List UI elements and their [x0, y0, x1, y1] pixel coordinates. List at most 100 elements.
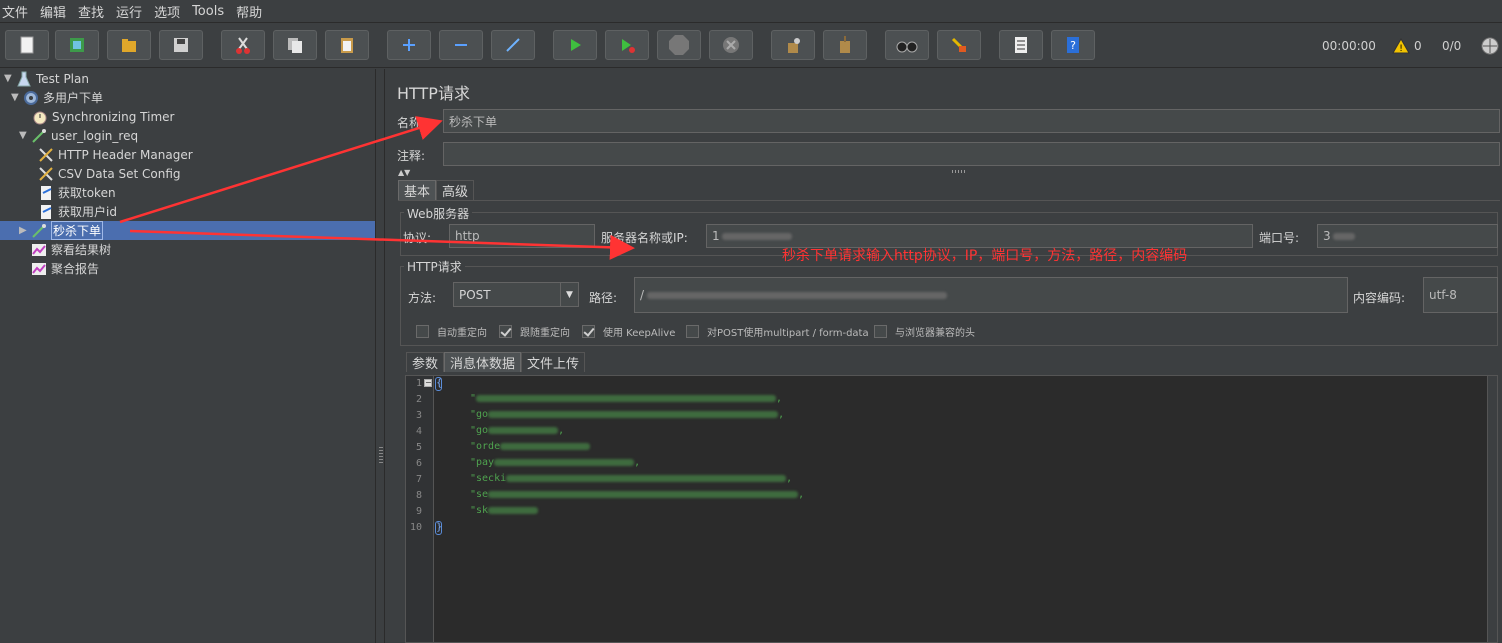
tree-item-sync-timer[interactable]: Synchronizing Timer — [20, 107, 174, 126]
path-field[interactable]: / — [634, 277, 1348, 313]
menu-options[interactable]: 选项 — [154, 2, 180, 21]
remote-indicator[interactable] — [1481, 24, 1499, 68]
keepalive-checkbox[interactable]: 使用 KeepAlive — [582, 324, 675, 339]
open-button[interactable] — [107, 30, 151, 60]
svg-text:?: ? — [1070, 39, 1076, 52]
reset-search-button[interactable] — [937, 30, 981, 60]
templates-button[interactable] — [55, 30, 99, 60]
protocol-label: 协议: — [403, 231, 432, 245]
function-helper-button[interactable] — [999, 30, 1043, 60]
encoding-field[interactable]: utf-8 — [1423, 277, 1498, 313]
paste-button[interactable] — [325, 30, 369, 60]
close-brace: } — [435, 521, 443, 535]
tree-item-label: Test Plan — [36, 71, 89, 86]
tree-item-header-manager[interactable]: HTTP Header Manager — [26, 145, 193, 164]
warning-indicator[interactable]: ! 0 — [1392, 24, 1422, 68]
expanded-arrow-icon[interactable]: ▼ — [19, 130, 31, 141]
editor-scrollbar[interactable] — [1487, 376, 1497, 642]
tree-item-label: 聚合报告 — [51, 262, 100, 276]
name-label: 名称: — [397, 116, 426, 130]
search-button[interactable] — [885, 30, 929, 60]
tree-item-csv-config[interactable]: CSV Data Set Config — [26, 164, 181, 183]
elapsed-time: 00:00:00 — [1322, 39, 1376, 53]
tree-item-get-token[interactable]: 获取token — [26, 183, 116, 202]
clear-button[interactable] — [771, 30, 815, 60]
expanded-arrow-icon[interactable]: ▼ — [11, 92, 23, 103]
resize-grip-icon[interactable] — [952, 170, 966, 173]
chevron-down-icon[interactable]: ▼ — [560, 283, 578, 306]
body-tabs: 参数 消息体数据 文件上传 — [406, 352, 586, 372]
code-line: "go, — [470, 409, 785, 420]
collapse-button[interactable] — [439, 30, 483, 60]
start-button[interactable] — [553, 30, 597, 60]
method-value: POST — [459, 287, 491, 302]
copy-icon — [288, 38, 302, 53]
menu-bar: 文件 编辑 查找 运行 选项 Tools 帮助 — [0, 0, 1502, 23]
sampler-icon — [31, 223, 47, 239]
stop-button[interactable] — [657, 30, 701, 60]
toolbar: ? 00:00:00 ! 0 0/0 — [0, 24, 1502, 68]
config-wrench-icon — [38, 166, 54, 182]
menu-edit[interactable]: 编辑 — [40, 2, 66, 21]
config-tabs: 基本 高级 — [398, 180, 475, 200]
tree-item-thread-group[interactable]: ▼ 多用户下单 — [11, 88, 103, 107]
tree-item-seckill-order[interactable]: ▶ 秒杀下单 — [19, 221, 104, 240]
tree-item-user-login-req[interactable]: ▼ user_login_req — [19, 126, 138, 145]
tab-file-upload[interactable]: 文件上传 — [521, 352, 586, 372]
thread-group-icon — [23, 90, 39, 106]
tree-item-label: 获取用户id — [58, 205, 117, 219]
tree-item-aggregate-report[interactable]: 聚合报告 — [19, 259, 99, 278]
follow-redirect-checkbox[interactable]: 跟随重定向 — [499, 324, 570, 339]
start-no-pause-button[interactable] — [605, 30, 649, 60]
comment-label: 注释: — [397, 149, 426, 163]
menu-file[interactable]: 文件 — [2, 2, 28, 21]
port-field[interactable]: 3 — [1317, 224, 1498, 248]
tab-advanced[interactable]: 高级 — [436, 180, 475, 200]
tab-basic[interactable]: 基本 — [398, 180, 437, 200]
expand-button[interactable] — [387, 30, 431, 60]
active-threads: 0/0 — [1442, 39, 1462, 53]
cut-button[interactable] — [221, 30, 265, 60]
method-select[interactable]: POST ▼ — [453, 282, 579, 307]
code-line: "go, — [470, 425, 565, 436]
protocol-field[interactable]: http — [449, 224, 595, 248]
shutdown-button[interactable] — [709, 30, 753, 60]
drag-grip-icon[interactable] — [379, 447, 383, 463]
path-label: 路径: — [589, 291, 618, 305]
collapse-arrows-icon[interactable]: ▲▼ — [398, 168, 410, 177]
menu-tools[interactable]: Tools — [192, 4, 224, 19]
fold-icon[interactable]: − — [424, 379, 432, 387]
tab-parameters[interactable]: 参数 — [406, 352, 445, 372]
auto-redirect-checkbox[interactable]: 自动重定向 — [416, 324, 487, 339]
open-folder-icon — [122, 39, 136, 52]
expanded-arrow-icon[interactable]: ▼ — [4, 73, 16, 84]
stop-icon — [669, 35, 689, 55]
body-data-editor[interactable]: 1 2 3 4 5 6 7 8 9 10 − { ", "go, "go, "o… — [405, 375, 1498, 643]
menu-search[interactable]: 查找 — [78, 2, 104, 21]
tree-item-test-plan[interactable]: ▼ Test Plan — [4, 69, 89, 88]
menu-run[interactable]: 运行 — [116, 2, 142, 21]
name-field[interactable]: 秒杀下单 — [443, 109, 1500, 133]
split-divider[interactable] — [377, 69, 385, 643]
browser-headers-checkbox[interactable]: 与浏览器兼容的头 — [874, 324, 975, 339]
new-button[interactable] — [5, 30, 49, 60]
tab-body-data[interactable]: 消息体数据 — [444, 352, 522, 372]
http-request-title: HTTP请求 — [404, 258, 465, 275]
save-button[interactable] — [159, 30, 203, 60]
clear-all-button[interactable] — [823, 30, 867, 60]
code-line: "secki, — [470, 473, 793, 484]
help-button[interactable]: ? — [1051, 30, 1095, 60]
shutdown-icon — [723, 37, 739, 53]
warning-count: 0 — [1414, 39, 1422, 53]
multipart-checkbox[interactable]: 对POST使用multipart / form-data — [686, 324, 869, 339]
menu-help[interactable]: 帮助 — [236, 2, 262, 21]
brush-icon — [951, 37, 966, 52]
save-icon — [174, 38, 188, 52]
comment-field[interactable] — [443, 142, 1500, 166]
tree-item-results-tree[interactable]: 察看结果树 — [19, 240, 111, 259]
encoding-label: 内容编码: — [1353, 291, 1406, 305]
tree-item-get-user-id[interactable]: 获取用户id — [26, 202, 117, 221]
toggle-button[interactable] — [491, 30, 535, 60]
copy-button[interactable] — [273, 30, 317, 60]
collapsed-arrow-icon[interactable]: ▶ — [19, 225, 31, 236]
